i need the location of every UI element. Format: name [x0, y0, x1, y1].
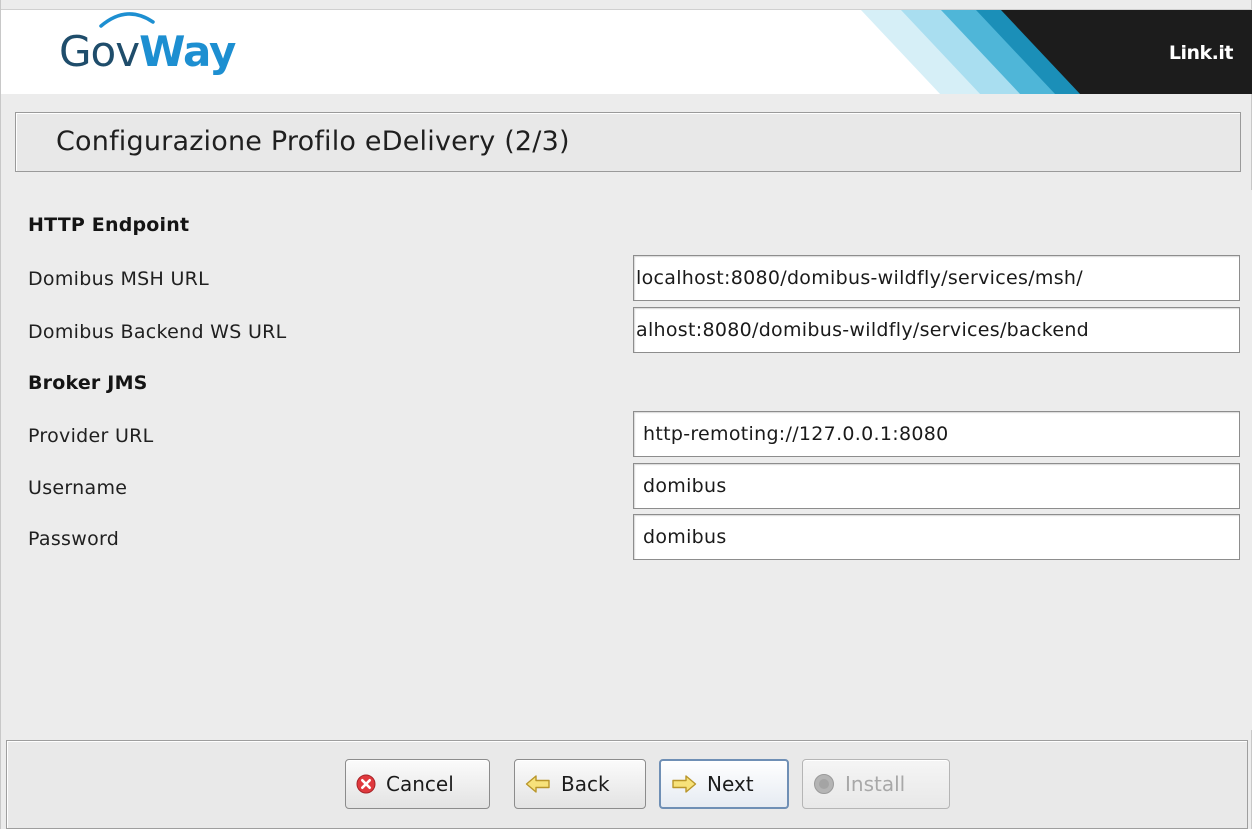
- header-banner: GovWay Link.it: [1, 9, 1252, 94]
- cancel-button[interactable]: Cancel: [345, 759, 490, 809]
- username-field[interactable]: [633, 463, 1240, 509]
- label-domibus-backend-ws-url: Domibus Backend WS URL: [28, 321, 287, 343]
- provider-url-field[interactable]: [633, 411, 1240, 457]
- linkit-logo: Link.it: [1168, 42, 1234, 64]
- domibus-backend-ws-url-input[interactable]: [634, 308, 1239, 352]
- next-button[interactable]: Next: [659, 759, 789, 809]
- install-disc-icon: [813, 773, 835, 795]
- form-area: HTTP Endpoint Domibus MSH URL Domibus Ba…: [1, 190, 1252, 730]
- domibus-msh-url-field[interactable]: [633, 255, 1240, 301]
- title-panel: Configurazione Profilo eDelivery (2/3): [15, 112, 1241, 172]
- page-title: Configurazione Profilo eDelivery (2/3): [56, 126, 570, 157]
- section-http-endpoint: HTTP Endpoint: [28, 214, 190, 236]
- arrow-right-icon: [671, 774, 697, 794]
- installer-window: GovWay Link.it Configurazione Profilo eD…: [0, 0, 1252, 829]
- label-domibus-msh-url: Domibus MSH URL: [28, 268, 210, 290]
- install-button[interactable]: Install: [802, 759, 950, 809]
- domibus-msh-url-input[interactable]: [634, 256, 1239, 300]
- logo-text-gov: Gov: [59, 27, 140, 76]
- label-provider-url: Provider URL: [28, 425, 154, 447]
- cancel-button-label: Cancel: [386, 772, 454, 796]
- back-button[interactable]: Back: [514, 759, 646, 809]
- next-button-label: Next: [707, 772, 754, 796]
- username-input[interactable]: [634, 464, 1239, 508]
- label-password: Password: [28, 528, 120, 550]
- label-username: Username: [28, 477, 128, 499]
- password-field[interactable]: [633, 514, 1240, 560]
- button-bar: Cancel Back Next Install: [6, 740, 1248, 829]
- govway-logo: GovWay: [59, 26, 236, 78]
- provider-url-input[interactable]: [634, 412, 1239, 456]
- section-broker-jms: Broker JMS: [28, 372, 148, 394]
- back-button-label: Back: [561, 772, 610, 796]
- password-input[interactable]: [634, 515, 1239, 559]
- arrow-left-icon: [525, 774, 551, 794]
- domibus-backend-ws-url-field[interactable]: [633, 307, 1240, 353]
- install-button-label: Install: [845, 772, 906, 796]
- logo-text-way: Way: [139, 27, 236, 76]
- cancel-x-icon: [356, 774, 376, 794]
